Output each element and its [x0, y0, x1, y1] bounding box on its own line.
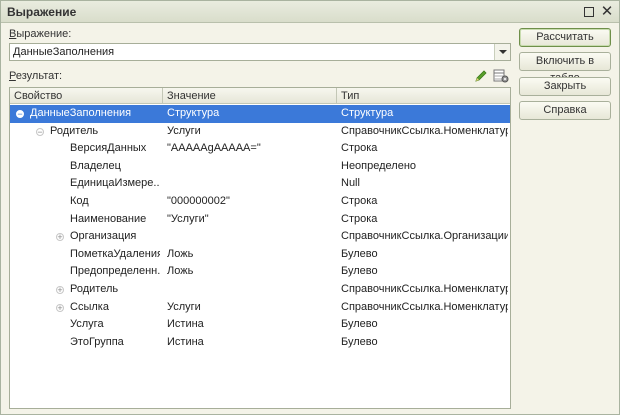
- type-cell: Неопределено: [341, 159, 417, 172]
- column-header-value[interactable]: Значение: [163, 88, 337, 104]
- table-row[interactable]: Код "000000002" Строка: [10, 193, 510, 211]
- type-cell: Булево: [341, 265, 378, 278]
- result-table[interactable]: Свойство Значение Тип − ДанныеЗаполнения С…: [9, 87, 511, 409]
- table-row[interactable]: ЭтоГруппа Истина Булево: [10, 334, 510, 352]
- close-button[interactable]: Закрыть: [519, 77, 611, 96]
- pencil-icon[interactable]: [474, 69, 488, 83]
- property-cell: ДанныеЗаполнения: [30, 107, 132, 119]
- expression-combobox[interactable]: ДанныеЗаполнения: [9, 43, 511, 61]
- value-cell: Услуги: [167, 124, 201, 137]
- table-row[interactable]: Владелец Неопределено: [10, 158, 510, 176]
- type-cell: Null: [341, 177, 360, 190]
- expand-icon[interactable]: +: [56, 233, 64, 242]
- title-bar: Выражение ✕: [1, 1, 619, 23]
- window-title: Выражение: [7, 5, 77, 19]
- value-cell: Услуги: [167, 300, 201, 313]
- table-header: Свойство Значение Тип: [10, 88, 510, 104]
- value-cell: Структура: [167, 107, 220, 119]
- property-cell: Код: [70, 194, 89, 207]
- table-body: − ДанныеЗаполнения Структура Структура − Роди…: [10, 105, 510, 351]
- property-cell: ЕдиницаИзмере...: [70, 177, 160, 190]
- value-cell: "AAAAAgAAAAA=": [167, 142, 261, 155]
- property-cell: Родитель: [50, 124, 99, 137]
- property-cell: Наименование: [70, 212, 147, 225]
- table-row[interactable]: + Родитель СправочникСсылка.Номенклатура: [10, 281, 510, 299]
- value-cell: Ложь: [167, 247, 194, 260]
- maximize-icon[interactable]: [581, 4, 597, 20]
- type-cell: СправочникСсылка.Номенклатура: [341, 282, 508, 295]
- value-cell: "000000002": [167, 194, 230, 207]
- result-label: Результат:: [9, 70, 63, 82]
- property-cell: ПометкаУдаления: [70, 247, 160, 260]
- table-row[interactable]: − Родитель Услуги СправочникСсылка.Номенкла…: [10, 123, 510, 141]
- type-cell: СправочникСсылка.Организации: [341, 230, 508, 243]
- column-header-property[interactable]: Свойство: [10, 88, 163, 104]
- value-cell: [167, 175, 333, 193]
- table-row[interactable]: − ДанныеЗаполнения Структура Структура: [10, 105, 510, 123]
- value-cell: [167, 228, 333, 246]
- table-row[interactable]: Услуга Истина Булево: [10, 316, 510, 334]
- property-cell: ВерсияДанных: [70, 142, 147, 155]
- type-cell: Строка: [341, 194, 378, 207]
- value-cell: Истина: [167, 318, 204, 331]
- table-row[interactable]: + Ссылка Услуги СправочникСсылка.Номенклату…: [10, 299, 510, 317]
- table-row[interactable]: ВерсияДанных "AAAAAgAAAAA=" Строка: [10, 140, 510, 158]
- table-settings-icon[interactable]: [493, 69, 509, 83]
- column-header-type[interactable]: Тип: [337, 88, 510, 104]
- collapse-icon[interactable]: −: [36, 127, 44, 136]
- property-cell: Услуга: [70, 318, 104, 331]
- value-cell: [167, 281, 333, 299]
- expression-label: Выражение:: [9, 28, 72, 40]
- chevron-down-icon[interactable]: [494, 44, 510, 60]
- type-cell: СправочникСсылка.Номенклатура: [341, 124, 508, 137]
- type-cell: Булево: [341, 318, 378, 331]
- value-cell: "Услуги": [167, 212, 209, 225]
- close-icon[interactable]: ✕: [599, 4, 615, 20]
- table-row[interactable]: ЕдиницаИзмере... Null: [10, 175, 510, 193]
- value-cell: [167, 158, 333, 176]
- value-cell: Истина: [167, 335, 204, 348]
- value-cell: Ложь: [167, 265, 194, 278]
- property-cell: Владелец: [70, 159, 121, 172]
- table-row[interactable]: Наименование "Услуги" Строка: [10, 211, 510, 229]
- table-row[interactable]: Предопределенн... Ложь Булево: [10, 263, 510, 281]
- table-row[interactable]: + Организация СправочникСсылка.Организации: [10, 228, 510, 246]
- type-cell: Булево: [341, 247, 378, 260]
- property-cell: Предопределенн...: [70, 265, 160, 278]
- expand-icon[interactable]: +: [56, 303, 64, 312]
- property-cell: Организация: [70, 230, 137, 243]
- type-cell: Строка: [341, 142, 378, 155]
- type-cell: Структура: [341, 107, 394, 119]
- help-button[interactable]: Справка: [519, 101, 611, 120]
- property-cell: Родитель: [70, 282, 119, 295]
- type-cell: Строка: [341, 212, 378, 225]
- expand-icon[interactable]: +: [56, 285, 64, 294]
- table-row[interactable]: ПометкаУдаления Ложь Булево: [10, 246, 510, 264]
- calculate-button[interactable]: Рассчитать: [519, 28, 611, 47]
- collapse-icon[interactable]: −: [16, 110, 24, 119]
- property-cell: ЭтоГруппа: [70, 335, 124, 348]
- type-cell: Булево: [341, 335, 378, 348]
- include-in-table-button[interactable]: Включить в табло: [519, 52, 611, 84]
- property-cell: Ссылка: [70, 300, 109, 313]
- expression-window: Выражение ✕ Выражение: ДанныеЗаполнения …: [0, 0, 620, 415]
- type-cell: СправочникСсылка.Номенклатура: [341, 300, 508, 313]
- expression-value: ДанныеЗаполнения: [13, 46, 115, 58]
